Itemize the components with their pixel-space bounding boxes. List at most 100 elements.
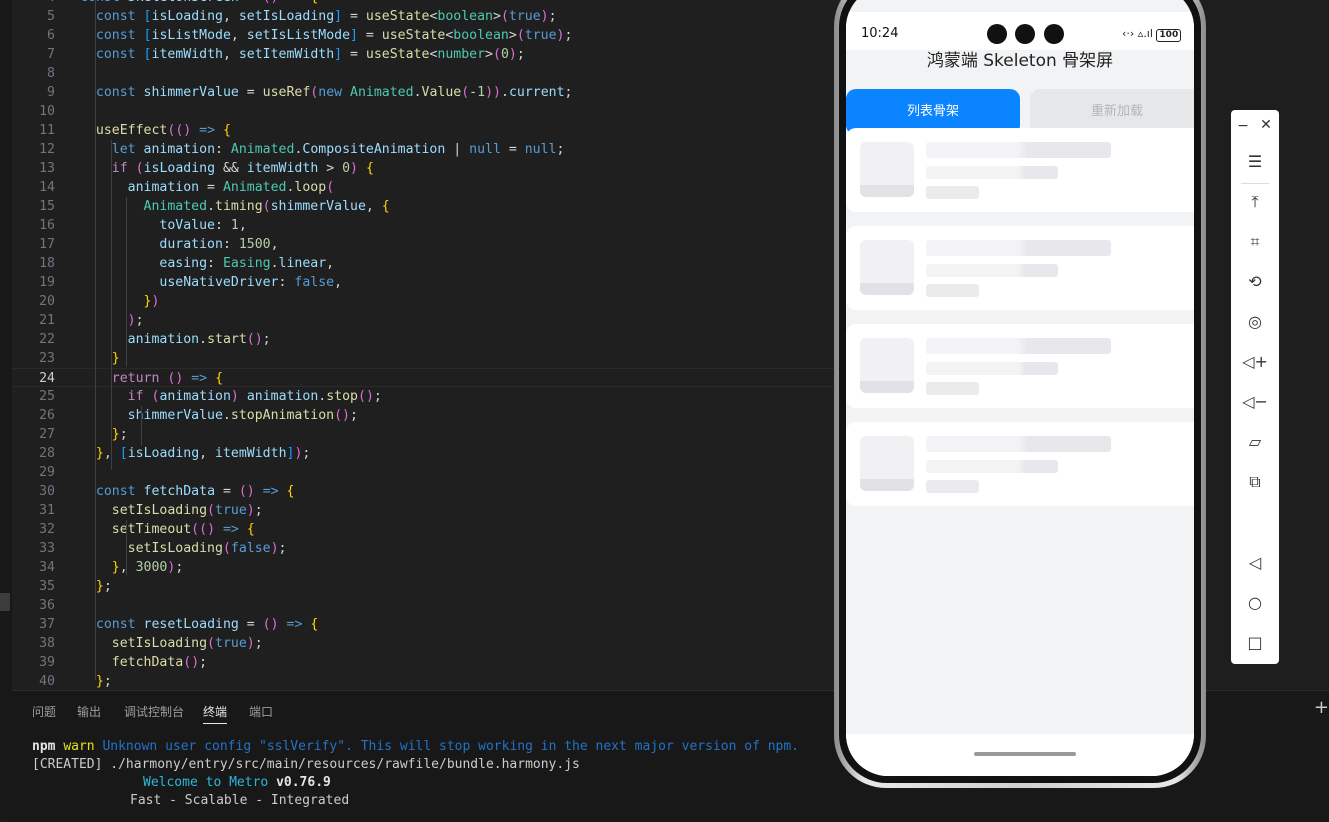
activity-strip [0, 0, 12, 821]
crop-icon[interactable]: ⌗ [1231, 232, 1279, 252]
code-line[interactable]: 36 [12, 596, 835, 615]
line-number: 23 [39, 351, 55, 366]
tab-debug-console[interactable]: 调试控制台 [124, 703, 184, 720]
line-number: 32 [39, 522, 55, 537]
code-line[interactable]: 11 useEffect(() => { [12, 121, 835, 140]
close-icon[interactable]: ✕ [1242, 117, 1290, 133]
terminal-line: [CREATED] ./harmony/entry/src/main/resou… [32, 757, 580, 772]
code-line[interactable]: 14 animation = Animated.loop( [12, 178, 835, 197]
line-number: 24 [39, 371, 55, 386]
tab-ports[interactable]: 端口 [249, 703, 273, 720]
code-line[interactable]: 15 Animated.timing(shimmerValue, { [12, 197, 835, 216]
code-text: let animation: Animated.CompositeAnimati… [111, 142, 565, 157]
code-line[interactable]: 4 const SkeletonScreen = () => { [12, 0, 835, 7]
code-line[interactable]: 7 const [itemWidth, setItemWidth] = useS… [12, 45, 835, 64]
code-line[interactable]: 37 const resetLoading = () => { [12, 615, 835, 634]
line-number: 35 [39, 579, 55, 594]
code-line[interactable]: 34 }, 3000); [12, 558, 835, 577]
volume-down-icon[interactable]: ◁− [1231, 392, 1279, 411]
code-line[interactable]: 32 setTimeout(() => { [12, 520, 835, 539]
phone-emulator: 10:24 ‹·› ▵.ıl 100 鸿蒙端 Skeleton 骨架屏 列表骨架… [834, 0, 1206, 788]
code-line[interactable]: 35 }; [12, 577, 835, 596]
code-line[interactable]: 38 setIsLoading(true); [12, 634, 835, 653]
page-title: 鸿蒙端 Skeleton 骨架屏 [926, 51, 1114, 71]
indent-guide [126, 520, 127, 575]
line-number: 34 [39, 560, 55, 575]
tab-terminal[interactable]: 终端 [203, 703, 228, 724]
code-line[interactable]: 40 }; [12, 672, 835, 690]
line-number: 27 [39, 427, 55, 442]
code-line[interactable]: 5 const [isLoading, setIsLoading] = useS… [12, 7, 835, 26]
line-number: 33 [39, 541, 55, 556]
terminal-line: Fast - Scalable - Integrated [130, 793, 350, 808]
code-line[interactable]: 10 [12, 102, 835, 121]
code-text: } [111, 351, 120, 366]
back-icon[interactable]: ◁ [1231, 553, 1279, 572]
code-line[interactable]: 12 let animation: Animated.CompositeAnim… [12, 140, 835, 159]
code-line[interactable]: 16 toValue: 1, [12, 216, 835, 235]
code-line[interactable]: 29 [12, 463, 835, 482]
indent-guide [95, 0, 96, 680]
code-line[interactable]: 31 setIsLoading(true); [12, 501, 835, 520]
screenshot-icon[interactable]: ◎ [1231, 312, 1279, 331]
code-text: }; [111, 427, 128, 442]
line-number: 39 [39, 655, 55, 670]
status-time: 10:24 [861, 26, 899, 41]
code-line[interactable]: 8 [12, 64, 835, 83]
code-editor[interactable]: 4const SkeletonScreen = () => {5 const [… [12, 0, 835, 690]
code-line[interactable]: 13 if (isLoading && itemWidth > 0) { [12, 159, 835, 178]
code-line[interactable]: 33 setIsLoading(false); [12, 539, 835, 558]
skeleton-meta-line [926, 186, 979, 199]
line-number: 31 [39, 503, 55, 518]
code-line[interactable]: 19 useNativeDriver: false, [12, 273, 835, 292]
menu-icon[interactable]: ☰ [1231, 152, 1279, 171]
warn-message: Unknown user config "sslVerify". This wi… [102, 739, 800, 754]
line-number: 30 [39, 484, 55, 499]
pin-top-icon[interactable]: ⤒ [1231, 192, 1279, 212]
code-line[interactable]: 28 }, [isLoading, itemWidth]); [12, 444, 835, 463]
code-text: const fetchData = () => { [95, 484, 295, 499]
skeleton-title-line [926, 436, 1111, 452]
code-line[interactable]: 26 shimmerValue.stopAnimation(); [12, 406, 835, 425]
code-line[interactable]: 25 if (animation) animation.stop(); [12, 387, 835, 406]
code-line[interactable]: 9 const shimmerValue = useRef(new Animat… [12, 83, 835, 102]
welcome-text: Welcome to Metro [143, 775, 269, 790]
code-line[interactable]: 21 ); [12, 311, 835, 330]
code-line[interactable]: 30 const fetchData = () => { [12, 482, 835, 501]
phone-screen[interactable]: 10:24 ‹·› ▵.ıl 100 鸿蒙端 Skeleton 骨架屏 列表骨架… [846, 0, 1194, 776]
line-number: 9 [47, 85, 55, 100]
multi-device-icon[interactable]: ⧉ [1231, 472, 1279, 492]
home-indicator[interactable] [974, 752, 1076, 756]
code-line[interactable]: 18 easing: Easing.linear, [12, 254, 835, 273]
code-line[interactable]: 24 return () => { [12, 368, 835, 387]
code-line[interactable]: 27 }; [12, 425, 835, 444]
code-line[interactable]: 17 duration: 1500, [12, 235, 835, 254]
rotate-icon[interactable]: ⟲ [1231, 272, 1279, 291]
code-text: }, [isLoading, itemWidth]); [95, 446, 311, 461]
add-terminal-icon[interactable]: + [1314, 697, 1329, 718]
code-line[interactable]: 22 animation.start(); [12, 330, 835, 349]
code-line[interactable]: 6 const [isListMode, setIsListMode] = us… [12, 26, 835, 45]
code-line[interactable]: 23 } [12, 349, 835, 368]
tab-output[interactable]: 输出 [77, 703, 101, 720]
code-text: animation.start(); [127, 332, 271, 347]
recent-apps-icon[interactable]: □ [1231, 633, 1279, 652]
home-icon[interactable]: ○ [1231, 593, 1279, 612]
line-number: 5 [47, 9, 55, 24]
line-number: 25 [39, 389, 55, 404]
code-line[interactable]: 39 fetchData(); [12, 653, 835, 672]
code-text: const shimmerValue = useRef(new Animated… [95, 85, 573, 100]
line-number: 15 [39, 199, 55, 214]
line-number: 26 [39, 408, 55, 423]
line-number: 11 [39, 123, 55, 138]
status-bar: 10:24 ‹·› ▵.ıl 100 [846, 12, 1194, 50]
code-text: easing: Easing.linear, [159, 256, 335, 271]
code-text: }) [143, 294, 160, 309]
code-line[interactable]: 20 }) [12, 292, 835, 311]
skeleton-title-line [926, 240, 1111, 256]
line-number: 12 [39, 142, 55, 157]
volume-up-icon[interactable]: ◁+ [1231, 352, 1279, 371]
shake-icon[interactable]: ▱ [1231, 432, 1279, 451]
tab-problems[interactable]: 问题 [32, 703, 56, 720]
indent-guide [111, 140, 112, 470]
